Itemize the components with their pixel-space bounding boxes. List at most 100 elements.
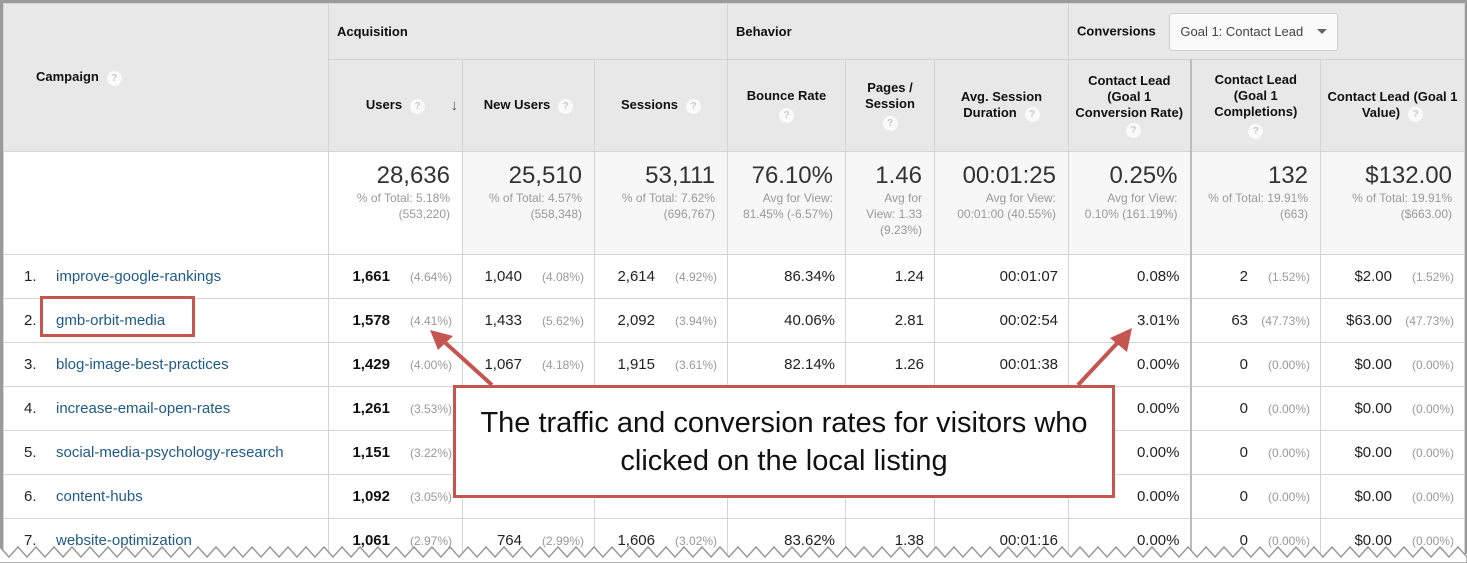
completions-pct: (0.00%) [1267, 358, 1310, 372]
goal-value-cell: $63.00 (47.73%) [1320, 298, 1465, 343]
completions-cell: 2 (1.52%) [1189, 254, 1321, 299]
sessions-pct: (3.94%) [674, 314, 717, 328]
users-cell: 1,578 (4.41%) [328, 298, 463, 343]
completions-cell: 63 (47.73%) [1189, 298, 1321, 343]
goal-value-cell: $0.00 (0.00%) [1320, 430, 1465, 475]
new-users-value: 1,433 [484, 312, 522, 329]
campaign-link[interactable]: content-hubs [56, 488, 143, 505]
sessions-header-label: Sessions [620, 97, 679, 113]
column-header-new-users[interactable]: New Users? [462, 59, 595, 152]
total-value: 25,510 [508, 162, 582, 189]
table-row: 1. improve-google-rankings 1,661 (4.64%) 1… [3, 254, 1465, 299]
conv-rate-value: 0.00% [1136, 400, 1180, 417]
completions-value: 0 [1239, 400, 1248, 417]
completions-value: 0 [1239, 488, 1248, 505]
campaign-link[interactable]: increase-email-open-rates [56, 400, 230, 417]
pages-cell: 1.24 [845, 254, 935, 299]
campaign-link[interactable]: blog-image-best-practices [56, 356, 229, 373]
campaign-cell: 6. content-hubs [3, 474, 329, 519]
torn-edge [0, 545, 1467, 563]
campaign-cell: 3. blog-image-best-practices [3, 342, 329, 387]
sessions-value: 2,614 [617, 268, 655, 285]
total-sub: % of Total: 5.18% (553,220) [356, 191, 450, 221]
campaign-link[interactable]: improve-google-rankings [56, 268, 221, 285]
totals-label-cell [3, 151, 329, 255]
sessions-cell: 2,092 (3.94%) [594, 298, 728, 343]
bounce-rate-header-label: Bounce Rate [746, 88, 827, 103]
users-pct: (4.41%) [409, 314, 452, 328]
completions-cell: 0 (0.00%) [1189, 386, 1321, 431]
row-index: 3. [24, 356, 37, 373]
completions-value: 63 [1231, 312, 1248, 329]
conv-rate-value: 0.00% [1136, 444, 1180, 461]
pages-cell: 2.81 [845, 298, 935, 343]
conv-rate-header-label: Contact Lead (Goal 1 Conversion Rate) [1075, 73, 1184, 121]
completions-cell: 0 (0.00%) [1189, 474, 1321, 519]
help-icon[interactable]: ? [882, 116, 898, 131]
campaign-link[interactable]: social-media-psychology-research [56, 444, 284, 461]
conv-rate-cell: 0.08% [1068, 254, 1191, 299]
total-conv-rate: 0.25% Avg for View: 0.10% (161.19%) [1068, 151, 1191, 255]
goal-select-value: Goal 1: Contact Lead [1180, 24, 1304, 39]
goal-select-dropdown[interactable]: Goal 1: Contact Lead [1169, 12, 1339, 51]
bounce-value: 86.34% [784, 268, 835, 285]
help-icon[interactable]: ? [1248, 124, 1264, 139]
total-value: 00:01:25 [962, 162, 1056, 189]
completions-cell: 0 (0.00%) [1189, 430, 1321, 475]
column-header-pages-session[interactable]: Pages / Session? [845, 59, 935, 152]
users-value: 1,661 [352, 268, 390, 285]
column-header-avg-session-duration[interactable]: Avg. Session Duration? [934, 59, 1069, 152]
duration-value: 00:02:54 [999, 312, 1058, 329]
help-icon[interactable]: ? [1408, 106, 1424, 122]
help-icon[interactable]: ? [779, 108, 794, 123]
goal-value-header-label: Contact Lead (Goal 1 Value) [1327, 89, 1458, 121]
campaign-header-label: Campaign [36, 69, 99, 85]
duration-value: 00:01:07 [999, 268, 1058, 285]
help-icon[interactable]: ? [106, 70, 122, 86]
sessions-pct: (4.92%) [674, 270, 717, 284]
completions-value: 0 [1239, 356, 1248, 373]
completions-header-label: Contact Lead (Goal 1 Completions) [1214, 72, 1298, 119]
sessions-value: 2,092 [617, 312, 655, 329]
users-value: 1,261 [352, 400, 390, 417]
campaign-cell: 1. improve-google-rankings [3, 254, 329, 299]
goal-value-pct: (0.00%) [1411, 402, 1454, 416]
highlight-box-gmb [40, 296, 195, 337]
column-header-goal-value[interactable]: Contact Lead (Goal 1 Value)? [1320, 59, 1465, 152]
sort-descending-icon[interactable]: ↓ [451, 98, 459, 114]
users-pct: (3.22%) [409, 446, 452, 460]
users-value: 1,429 [352, 356, 390, 373]
goal-value-cell: $2.00 (1.52%) [1320, 254, 1465, 299]
conversions-label: Conversions [1077, 22, 1156, 38]
help-icon[interactable]: ? [410, 98, 426, 114]
help-icon[interactable]: ? [1024, 106, 1040, 122]
total-value: $132.00 [1365, 162, 1452, 189]
total-new-users: 25,510% of Total: 4.57% (558,348) [462, 151, 595, 255]
duration-value: 00:01:38 [999, 356, 1058, 373]
campaign-cell: 5. social-media-psychology-research [3, 430, 329, 475]
table-row: 2. gmb-orbit-media 1,578 (4.41%) 1,433 (5.6… [3, 298, 1465, 343]
duration-cell: 00:01:38 [934, 342, 1069, 387]
users-cell: 1,261 (3.53%) [328, 386, 463, 431]
help-icon[interactable]: ? [558, 98, 574, 114]
pages-session-header-label: Pages / Session [865, 80, 915, 111]
total-value: 76.10% [751, 162, 833, 189]
bounce-cell: 82.14% [727, 342, 846, 387]
completions-cell: 0 (0.00%) [1189, 342, 1321, 387]
total-sessions: 53,111% of Total: 7.62% (696,767) [594, 151, 728, 255]
conv-rate-value: 3.01% [1136, 312, 1180, 329]
totals-row: 28,636% of Total: 5.18% (553,220) 25,510… [3, 151, 1465, 255]
help-icon[interactable]: ? [1125, 122, 1141, 138]
new-users-cell: 1,433 (5.62%) [462, 298, 595, 343]
new-users-cell: 1,067 (4.18%) [462, 342, 595, 387]
users-cell: 1,429 (4.00%) [328, 342, 463, 387]
column-header-sessions[interactable]: Sessions? [594, 59, 728, 152]
users-cell: 1,092 (3.05%) [328, 474, 463, 519]
campaign-column-header[interactable]: Campaign? [3, 3, 329, 152]
pages-value: 2.81 [894, 312, 924, 329]
help-icon[interactable]: ? [686, 98, 702, 114]
column-header-conversion-rate[interactable]: Contact Lead (Goal 1 Conversion Rate)? [1068, 59, 1191, 152]
column-header-users[interactable]: Users? ↓ [328, 59, 463, 152]
column-header-bounce-rate[interactable]: Bounce Rate? [727, 59, 846, 152]
column-header-completions[interactable]: Contact Lead (Goal 1 Completions)? [1189, 59, 1321, 152]
